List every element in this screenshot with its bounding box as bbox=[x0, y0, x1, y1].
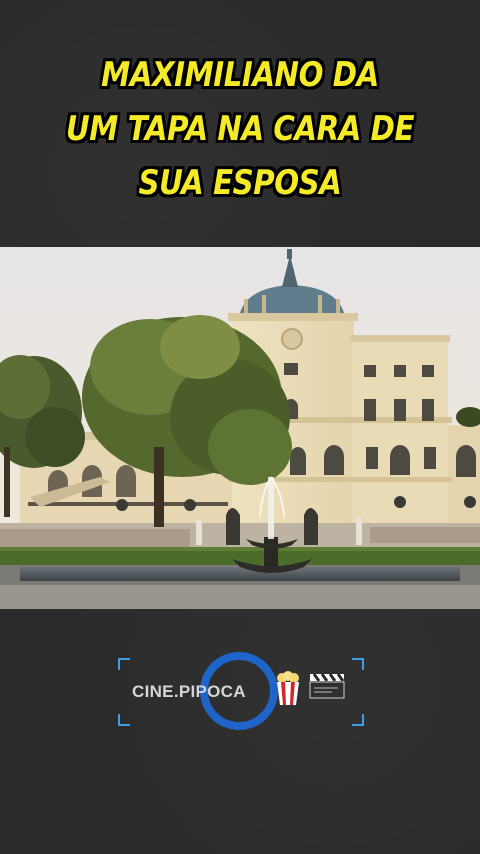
channel-watermark: CINE.PIPOCA bbox=[118, 652, 364, 730]
popcorn-icon bbox=[277, 671, 299, 705]
frame-corner-icon bbox=[118, 714, 130, 726]
frame-corner-icon bbox=[352, 714, 364, 726]
video-frame[interactable] bbox=[0, 247, 480, 609]
video-title: MAXIMILIANO DA UM TAPA NA CARA DE SUA ES… bbox=[0, 48, 480, 210]
title-line-2: UM TAPA NA CARA DE bbox=[65, 109, 415, 149]
brand-name: CINE.PIPOCA bbox=[132, 682, 246, 701]
frame-corner-icon bbox=[118, 658, 130, 670]
title-line-1: MAXIMILIANO DA bbox=[101, 55, 379, 95]
frame-corner-icon bbox=[352, 658, 364, 670]
title-line-3: SUA ESPOSA bbox=[138, 163, 342, 203]
clapperboard-icon bbox=[309, 673, 345, 699]
palace-scene bbox=[0, 247, 480, 609]
